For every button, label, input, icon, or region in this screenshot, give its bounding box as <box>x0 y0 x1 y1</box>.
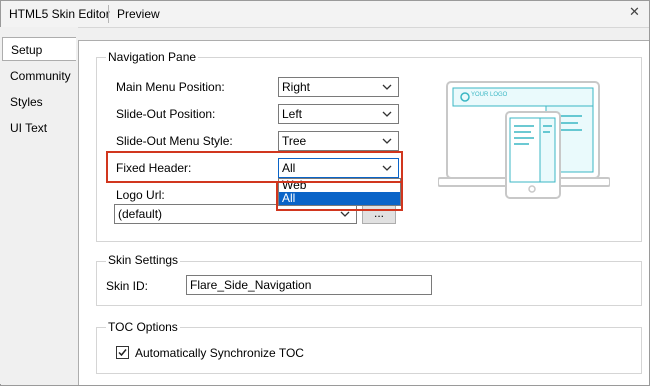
toc-options-title: TOC Options <box>106 320 180 334</box>
logo-url-value: (default) <box>118 207 163 221</box>
sidebar: Setup Community Styles UI Text <box>0 27 78 384</box>
tab-html5-skin-editor[interactable]: HTML5 Skin Editor <box>9 7 110 21</box>
skin-id-label: Skin ID: <box>106 279 149 293</box>
checkmark-icon <box>118 349 127 357</box>
tab-divider <box>108 5 109 23</box>
sidebar-item-ui-text[interactable]: UI Text <box>10 121 47 135</box>
sidebar-item-community[interactable]: Community <box>10 69 71 83</box>
slide-out-menu-style-select[interactable]: Tree <box>278 131 399 151</box>
main-menu-position-select[interactable]: Right <box>278 77 399 97</box>
layout-preview-illustration <box>438 81 610 199</box>
slide-out-position-label: Slide-Out Position: <box>116 107 216 121</box>
chevron-down-icon <box>382 84 392 90</box>
slide-out-menu-style-label: Slide-Out Menu Style: <box>116 134 233 148</box>
auto-sync-toc-label: Automatically Synchronize TOC <box>135 346 304 360</box>
sidebar-item-styles[interactable]: Styles <box>10 95 43 109</box>
skin-id-field[interactable]: Flare_Side_Navigation <box>186 275 432 295</box>
chevron-down-icon <box>382 138 392 144</box>
slide-out-menu-style-value: Tree <box>282 134 307 148</box>
skin-settings-title: Skin Settings <box>106 253 181 267</box>
slide-out-position-value: Left <box>282 107 303 121</box>
sidebar-item-setup[interactable]: Setup <box>2 37 76 61</box>
slide-out-position-select[interactable]: Left <box>278 104 399 124</box>
auto-sync-toc-checkbox[interactable] <box>116 346 129 359</box>
chevron-down-icon <box>382 111 392 117</box>
fixed-header-options-highlight <box>276 181 403 211</box>
fixed-header-highlight <box>106 151 403 183</box>
logo-url-label: Logo Url: <box>116 188 165 202</box>
main-menu-position-value: Right <box>282 80 311 94</box>
navigation-pane-title: Navigation Pane <box>106 50 199 64</box>
preview-logo-text: YOUR LOGO <box>471 92 508 98</box>
main-menu-position-label: Main Menu Position: <box>116 80 225 94</box>
tab-preview[interactable]: Preview <box>117 7 160 21</box>
close-icon[interactable]: ✕ <box>629 4 640 20</box>
editor-tab-bar: HTML5 Skin Editor Preview ✕ <box>1 1 649 28</box>
